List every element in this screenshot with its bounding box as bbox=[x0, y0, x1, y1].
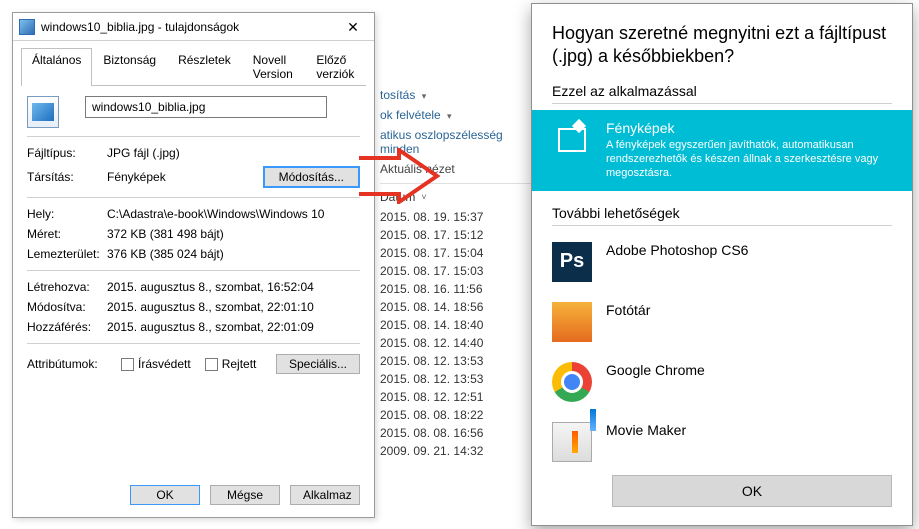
tab-previous[interactable]: Előző verziók bbox=[305, 48, 366, 86]
apply-button[interactable]: Alkalmaz bbox=[290, 485, 360, 505]
value-location: C:\Adastra\e-book\Windows\Windows 10 bbox=[107, 207, 360, 221]
advanced-button[interactable]: Speciális... bbox=[276, 354, 360, 374]
label-location: Hely: bbox=[27, 207, 107, 221]
list-item[interactable]: 2015. 08. 08. 16:56 bbox=[380, 424, 540, 442]
label-created: Létrehozva: bbox=[27, 280, 107, 294]
openwith-selected-app[interactable]: Fényképek A fényképek egyszerűen javítha… bbox=[532, 110, 912, 191]
list-item[interactable]: 2015. 08. 12. 12:51 bbox=[380, 388, 540, 406]
openwith-app-item[interactable]: Fotótár bbox=[532, 292, 912, 352]
label-accessed: Hozzáférés: bbox=[27, 320, 107, 334]
list-item[interactable]: 2009. 09. 21. 14:32 bbox=[380, 442, 540, 460]
gal-icon bbox=[552, 302, 592, 342]
list-item[interactable]: 2015. 08. 14. 18:56 bbox=[380, 298, 540, 316]
checkbox-hidden[interactable]: Rejtett bbox=[205, 357, 257, 371]
list-item[interactable]: 2015. 08. 19. 15:37 bbox=[380, 208, 540, 226]
openwith-app-item[interactable]: Ps Adobe Photoshop CS6 bbox=[532, 232, 912, 292]
ps-icon: Ps bbox=[552, 242, 592, 282]
close-button[interactable]: ✕ bbox=[338, 17, 368, 37]
label-attributes: Attribútumok: bbox=[27, 357, 107, 371]
value-created: 2015. augusztus 8., szombat, 16:52:04 bbox=[107, 280, 360, 294]
label-modified: Módosítva: bbox=[27, 300, 107, 314]
open-with-dialog: Hogyan szeretné megnyitni ezt a fájltípu… bbox=[531, 3, 913, 526]
list-item[interactable]: 2015. 08. 12. 13:53 bbox=[380, 352, 540, 370]
value-modified: 2015. augusztus 8., szombat, 22:01:10 bbox=[107, 300, 360, 314]
chevron-down-icon: ▾ bbox=[422, 91, 427, 101]
label-sizeondisk: Lemezterület: bbox=[27, 247, 107, 261]
value-size: 372 KB (381 498 bájt) bbox=[107, 227, 360, 241]
openwith-app-item[interactable]: Google Chrome bbox=[532, 352, 912, 412]
openwith-title: Hogyan szeretné megnyitni ezt a fájltípu… bbox=[552, 22, 892, 69]
value-association: Fényképek bbox=[107, 170, 166, 184]
list-item[interactable]: 2015. 08. 14. 18:40 bbox=[380, 316, 540, 334]
file-icon bbox=[19, 19, 35, 35]
menu-sort[interactable]: tosítás ▾ bbox=[380, 85, 540, 105]
tab-general[interactable]: Általános bbox=[21, 48, 92, 86]
file-large-icon bbox=[27, 96, 59, 128]
list-item[interactable]: 2015. 08. 17. 15:03 bbox=[380, 262, 540, 280]
menu-colpick[interactable]: ok felvétele ▾ bbox=[380, 105, 540, 125]
tab-novell[interactable]: Novell Version bbox=[242, 48, 306, 86]
tab-security[interactable]: Biztonság bbox=[92, 48, 167, 86]
chevron-down-icon: ▾ bbox=[447, 111, 452, 121]
openwith-selected-name: Fényképek bbox=[606, 120, 892, 136]
list-item[interactable]: 2015. 08. 17. 15:12 bbox=[380, 226, 540, 244]
tab-details[interactable]: Részletek bbox=[167, 48, 242, 86]
openwith-other-heading: További lehetőségek bbox=[552, 205, 892, 221]
ch-icon bbox=[552, 362, 592, 402]
openwith-selected-desc: A fényképek egyszerűen javíthatók, autom… bbox=[606, 138, 892, 181]
photos-icon bbox=[552, 120, 592, 160]
list-item[interactable]: 2015. 08. 16. 11:56 bbox=[380, 280, 540, 298]
label-size: Méret: bbox=[27, 227, 107, 241]
window-title: windows10_biblia.jpg - tulajdonságok bbox=[41, 20, 239, 34]
ok-button[interactable]: OK bbox=[130, 485, 200, 505]
date-list: 2015. 08. 19. 15:372015. 08. 17. 15:1220… bbox=[380, 208, 540, 460]
label-filetype: Fájltípus: bbox=[27, 146, 107, 160]
checkbox-readonly[interactable]: Írásvédett bbox=[121, 357, 191, 371]
annotation-arrow-icon bbox=[355, 148, 443, 204]
openwith-keep-heading: Ezzel az alkalmazással bbox=[552, 83, 892, 99]
list-item[interactable]: 2015. 08. 12. 13:53 bbox=[380, 370, 540, 388]
properties-dialog: windows10_biblia.jpg - tulajdonságok ✕ Á… bbox=[12, 12, 375, 518]
openwith-app-name: Movie Maker bbox=[606, 422, 686, 438]
mm-icon bbox=[552, 422, 592, 462]
openwith-app-name: Adobe Photoshop CS6 bbox=[606, 242, 748, 258]
titlebar: windows10_biblia.jpg - tulajdonságok ✕ bbox=[13, 13, 374, 41]
list-item[interactable]: 2015. 08. 17. 15:04 bbox=[380, 244, 540, 262]
tabbar: Általános Biztonság Részletek Novell Ver… bbox=[21, 47, 366, 86]
openwith-app-item[interactable]: Movie Maker bbox=[532, 412, 912, 465]
filename-input[interactable] bbox=[85, 96, 327, 118]
openwith-ok-button[interactable]: OK bbox=[612, 475, 892, 507]
change-association-button[interactable]: Módosítás... bbox=[263, 166, 360, 188]
list-item[interactable]: 2015. 08. 08. 18:22 bbox=[380, 406, 540, 424]
value-sizeondisk: 376 KB (385 024 bájt) bbox=[107, 247, 360, 261]
value-filetype: JPG fájl (.jpg) bbox=[107, 146, 360, 160]
openwith-app-name: Fotótár bbox=[606, 302, 650, 318]
cancel-button[interactable]: Mégse bbox=[210, 485, 280, 505]
label-association: Társítás: bbox=[27, 170, 107, 184]
value-accessed: 2015. augusztus 8., szombat, 22:01:09 bbox=[107, 320, 360, 334]
list-item[interactable]: 2015. 08. 12. 14:40 bbox=[380, 334, 540, 352]
openwith-app-name: Google Chrome bbox=[606, 362, 705, 378]
